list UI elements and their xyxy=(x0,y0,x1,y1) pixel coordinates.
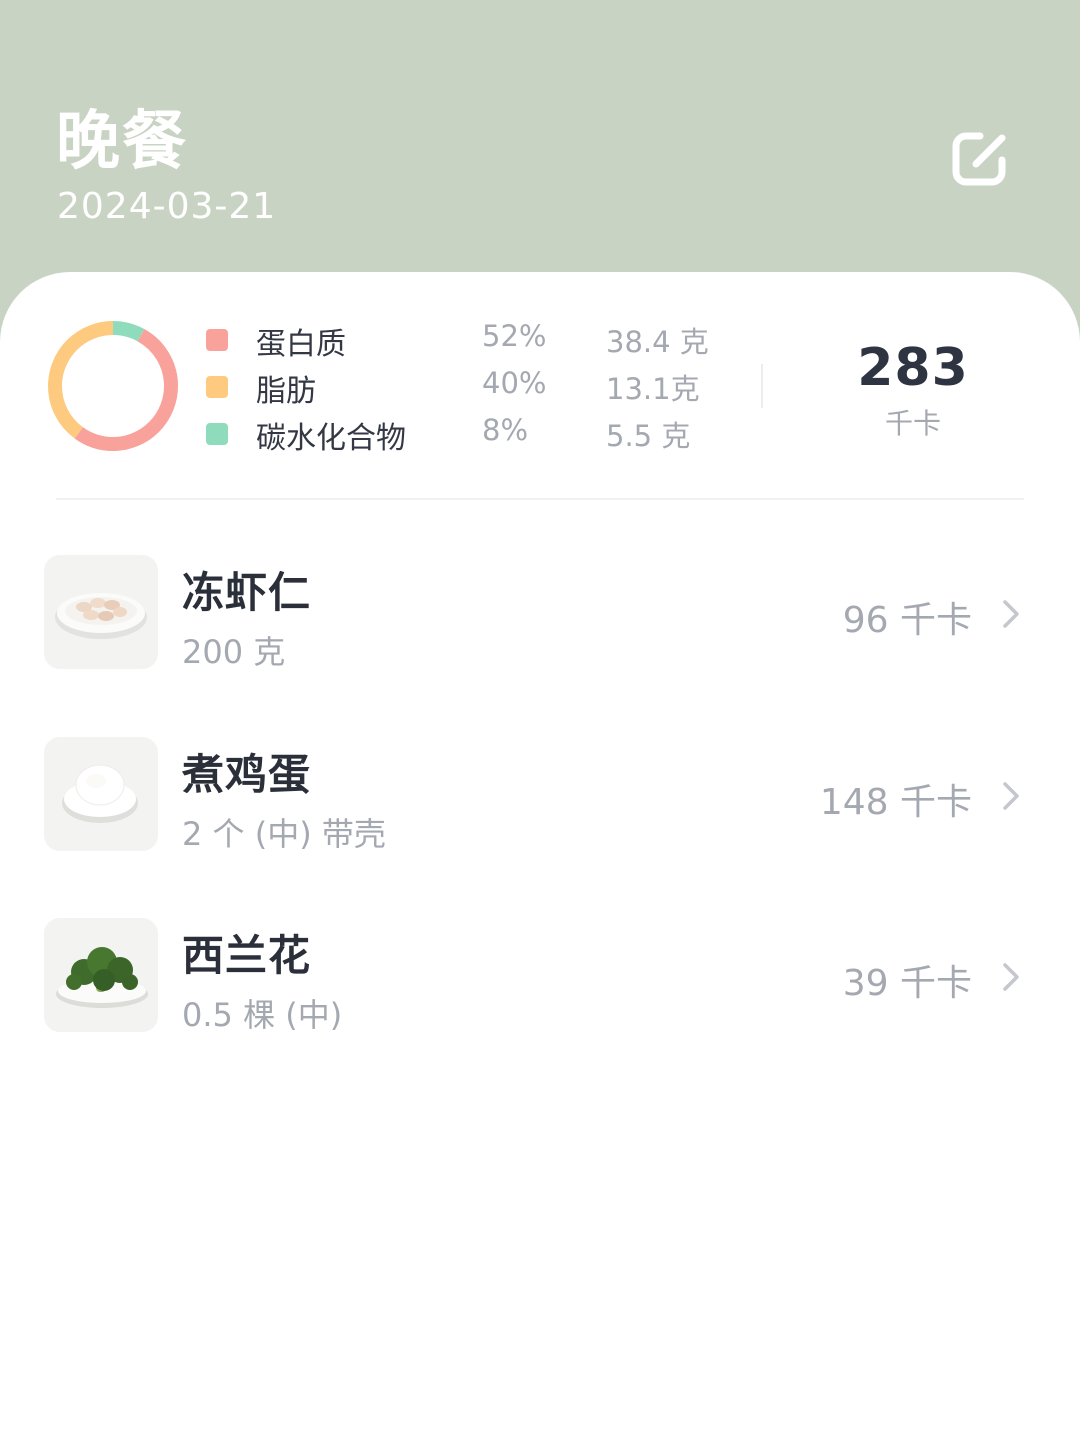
food-calories: 148 千卡 xyxy=(819,782,972,823)
legend-grams: 38.4 克 xyxy=(606,325,709,359)
food-item-broccoli[interactable]: 西兰花 0.5 棵 (中) 39 千卡 xyxy=(0,918,1080,1048)
broccoli-image xyxy=(44,918,158,1032)
boiled-egg-image xyxy=(44,737,158,851)
meal-date: 2024-03-21 xyxy=(57,186,277,227)
total-calories: 283 xyxy=(857,338,969,398)
legend-grams: 13.1克 xyxy=(606,372,700,406)
legend-row-protein: 蛋白质 52% 38.4 克 xyxy=(0,317,760,363)
legend-percent: 52% xyxy=(482,319,547,353)
legend-name: 蛋白质 xyxy=(256,327,346,362)
food-item-shrimp[interactable]: 冻虾仁 200 克 96 千卡 xyxy=(0,555,1080,685)
food-calories: 96 千卡 xyxy=(842,600,972,641)
legend-percent: 40% xyxy=(482,366,547,400)
header: 晚餐 2024-03-21 xyxy=(0,0,1080,300)
food-amount: 0.5 棵 (中) xyxy=(182,996,343,1034)
carbs-color-dot xyxy=(206,423,228,445)
legend-row-carbs: 碳水化合物 8% 5.5 克 xyxy=(0,411,760,457)
food-name: 冻虾仁 xyxy=(182,568,312,617)
food-amount: 2 个 (中) 带壳 xyxy=(182,815,386,853)
food-calories: 39 千卡 xyxy=(842,963,972,1004)
shrimp-plate-image xyxy=(44,555,158,669)
vertical-divider xyxy=(761,364,763,408)
legend-name: 脂肪 xyxy=(256,374,316,409)
edit-icon[interactable] xyxy=(946,122,1018,194)
fat-color-dot xyxy=(206,376,228,398)
chevron-right-icon xyxy=(1003,963,1019,991)
food-item-boiled-egg[interactable]: 煮鸡蛋 2 个 (中) 带壳 148 千卡 xyxy=(0,737,1080,867)
legend-name: 碳水化合物 xyxy=(256,421,406,456)
chevron-right-icon xyxy=(1003,600,1019,628)
section-divider xyxy=(56,498,1024,500)
meal-title: 晚餐 xyxy=(56,105,188,179)
food-name: 西兰花 xyxy=(182,931,312,980)
food-amount: 200 克 xyxy=(182,633,286,671)
legend-percent: 8% xyxy=(482,413,529,447)
total-calories-unit: 千卡 xyxy=(884,407,941,440)
food-name: 煮鸡蛋 xyxy=(182,750,312,799)
legend-grams: 5.5 克 xyxy=(606,419,691,453)
chevron-right-icon xyxy=(1003,782,1019,810)
legend-row-fat: 脂肪 40% 13.1克 xyxy=(0,364,760,410)
protein-color-dot xyxy=(206,329,228,351)
